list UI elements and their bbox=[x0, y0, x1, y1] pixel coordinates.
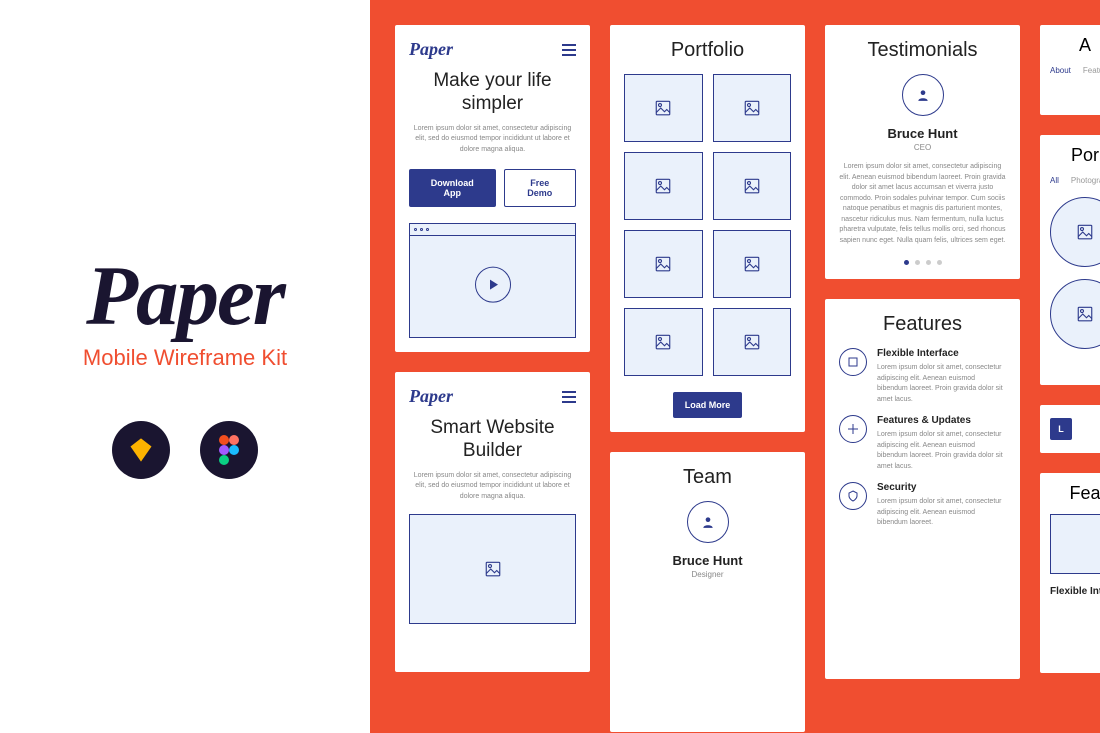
team-role: Designer bbox=[624, 570, 791, 579]
feature-title: Flexible Interface bbox=[877, 348, 1006, 359]
logo-small: Paper bbox=[409, 386, 453, 407]
portfolio-circle[interactable] bbox=[1050, 279, 1100, 349]
features-title: Features bbox=[839, 313, 1006, 336]
play-icon[interactable] bbox=[475, 266, 511, 302]
feature-title: Features & Updates bbox=[877, 415, 1006, 426]
filter-tabs[interactable]: All Photography bbox=[1050, 176, 1100, 185]
tab-features[interactable]: Features bbox=[1083, 66, 1100, 75]
feature-lorem: Lorem ipsum dolor sit amet, consectetur … bbox=[877, 363, 1006, 405]
partial-a: A bbox=[1050, 35, 1100, 56]
filter-all[interactable]: All bbox=[1050, 176, 1059, 185]
download-button[interactable]: Download App bbox=[409, 169, 496, 207]
builder-lorem: Lorem ipsum dolor sit amet, consectetur … bbox=[409, 471, 576, 503]
feature-icon bbox=[839, 348, 867, 376]
portfolio-item[interactable] bbox=[624, 230, 703, 298]
portfolio-item[interactable] bbox=[624, 308, 703, 376]
screen-portfolio: Portfolio Load More bbox=[610, 25, 805, 432]
screen-hero: Paper Make your life simpler Lorem ipsum… bbox=[395, 25, 590, 352]
sketch-icon bbox=[112, 421, 170, 479]
partial-por: Por bbox=[1050, 145, 1100, 166]
testimonials-title: Testimonials bbox=[839, 39, 1006, 62]
screen-builder: Paper Smart Website Builder Lorem ipsum … bbox=[395, 372, 590, 672]
feature-icon bbox=[839, 415, 867, 443]
figma-icon bbox=[200, 421, 258, 479]
menu-icon[interactable] bbox=[562, 391, 576, 403]
screen-features: Features Flexible Interface Lorem ipsum … bbox=[825, 299, 1020, 679]
feature-lorem: Lorem ipsum dolor sit amet, consectetur … bbox=[877, 430, 1006, 472]
load-button-partial[interactable]: L bbox=[1050, 418, 1072, 440]
feature-icon bbox=[839, 482, 867, 510]
portfolio-circle[interactable] bbox=[1050, 197, 1100, 267]
screen-team: Team Bruce Hunt Designer bbox=[610, 452, 805, 732]
avatar bbox=[902, 74, 944, 116]
tabs[interactable]: About Features bbox=[1050, 66, 1100, 75]
screen-partial-about: A About Features bbox=[1040, 25, 1100, 115]
portfolio-item[interactable] bbox=[624, 152, 703, 220]
promo-subtitle: Mobile Wireframe Kit bbox=[83, 345, 287, 371]
portfolio-item[interactable] bbox=[713, 308, 792, 376]
feature-item: Features & Updates Lorem ipsum dolor sit… bbox=[839, 415, 1006, 472]
mockup-grid: Paper Make your life simpler Lorem ipsum… bbox=[370, 0, 1100, 733]
feature-lorem: Lorem ipsum dolor sit amet, consectetur … bbox=[877, 497, 1006, 529]
testimonial-role: CEO bbox=[839, 143, 1006, 152]
team-name: Bruce Hunt bbox=[624, 553, 791, 568]
hero-title: Make your life simpler bbox=[409, 70, 576, 116]
portfolio-title: Portfolio bbox=[624, 39, 791, 62]
demo-button[interactable]: Free Demo bbox=[504, 169, 576, 207]
screen-partial-portfolio: Por All Photography bbox=[1040, 135, 1100, 385]
logo-small: Paper bbox=[409, 39, 453, 60]
paper-logo: Paper bbox=[86, 254, 284, 339]
partial-flex: Flexible Inter bbox=[1050, 586, 1100, 597]
tab-about[interactable]: About bbox=[1050, 66, 1071, 75]
screen-partial-load: L bbox=[1040, 405, 1100, 453]
image-placeholder bbox=[409, 514, 576, 624]
team-title: Team bbox=[624, 466, 791, 489]
portfolio-item[interactable] bbox=[713, 74, 792, 142]
promo-panel: Paper Mobile Wireframe Kit bbox=[0, 0, 370, 733]
load-more-button[interactable]: Load More bbox=[673, 392, 743, 418]
avatar bbox=[687, 501, 729, 543]
feature-item: Security Lorem ipsum dolor sit amet, con… bbox=[839, 482, 1006, 529]
builder-title: Smart Website Builder bbox=[409, 417, 576, 463]
feature-title: Security bbox=[877, 482, 1006, 493]
portfolio-item[interactable] bbox=[713, 230, 792, 298]
image-placeholder bbox=[1050, 514, 1100, 574]
partial-fea: Fea bbox=[1050, 483, 1100, 504]
testimonial-name: Bruce Hunt bbox=[839, 126, 1006, 141]
hero-lorem: Lorem ipsum dolor sit amet, consectetur … bbox=[409, 124, 576, 156]
screen-testimonials: Testimonials Bruce Hunt CEO Lorem ipsum … bbox=[825, 25, 1020, 279]
menu-icon[interactable] bbox=[562, 44, 576, 56]
tool-icons bbox=[112, 421, 258, 479]
feature-item: Flexible Interface Lorem ipsum dolor sit… bbox=[839, 348, 1006, 405]
filter-photography[interactable]: Photography bbox=[1071, 176, 1100, 185]
pagination-dots[interactable] bbox=[839, 260, 1006, 265]
portfolio-item[interactable] bbox=[624, 74, 703, 142]
testimonial-text: Lorem ipsum dolor sit amet, consectetur … bbox=[839, 162, 1006, 246]
screen-partial-features: Fea Flexible Inter bbox=[1040, 473, 1100, 673]
portfolio-item[interactable] bbox=[713, 152, 792, 220]
video-placeholder[interactable] bbox=[409, 223, 576, 338]
